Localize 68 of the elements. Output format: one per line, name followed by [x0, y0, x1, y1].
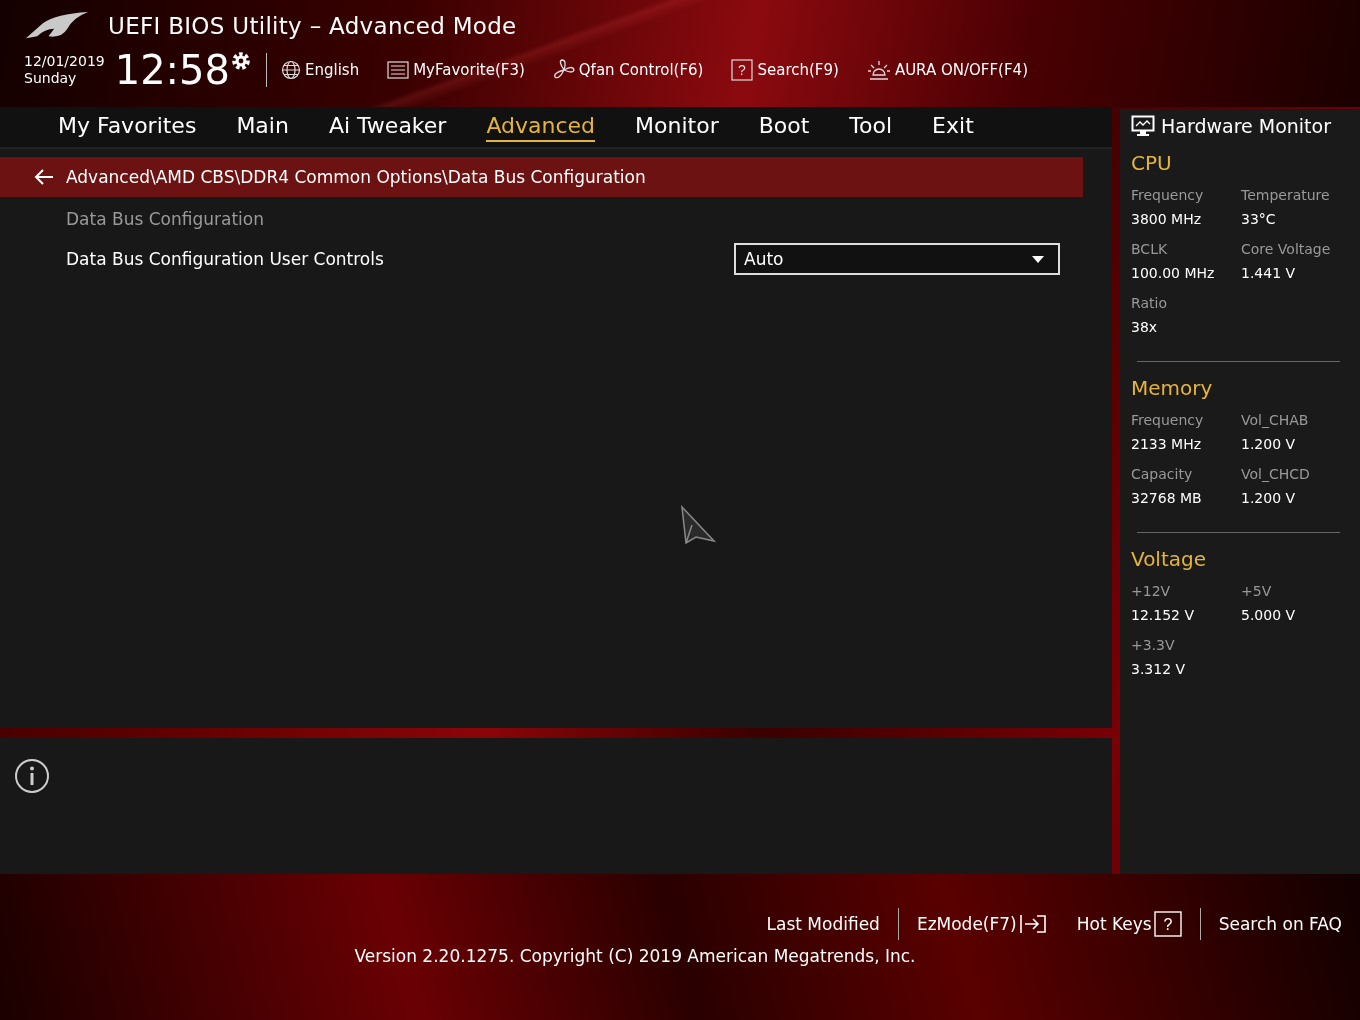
- group-heading: Memory: [1131, 376, 1214, 400]
- menu-tab[interactable]: Exit: [932, 112, 974, 142]
- toolbar-button[interactable]: MyFavorite(F3): [387, 61, 525, 79]
- list-icon: [387, 61, 410, 79]
- sensor-value: 1.200 V: [1241, 490, 1297, 506]
- sensor-label: Vol_CHAB: [1241, 412, 1310, 428]
- sensor-value: 3.312 V: [1131, 661, 1187, 677]
- sensor-label: Frequency: [1131, 412, 1205, 428]
- back-arrow-icon: [34, 169, 54, 185]
- sensor-label: BCLK: [1131, 241, 1169, 257]
- date-text: 12/01/2019: [24, 53, 105, 70]
- help-icon: ?: [1153, 911, 1182, 937]
- monitor-icon: [1131, 115, 1155, 137]
- sensor-label: +5V: [1241, 583, 1273, 599]
- lamp-icon: [866, 59, 891, 81]
- sensor-value: 38x: [1131, 319, 1159, 335]
- sensor-value: 2133 MHz: [1131, 436, 1203, 452]
- sensor-label: Capacity: [1131, 466, 1194, 482]
- sensor-label: Frequency: [1131, 187, 1205, 203]
- fan-icon: [552, 59, 575, 81]
- breadcrumb-path: Advanced\AMD CBS\DDR4 Common Options\Data Bus Configuration: [66, 167, 646, 187]
- sensor-label: Vol_CHCD: [1241, 466, 1311, 482]
- menu-tab[interactable]: Monitor: [635, 112, 719, 142]
- globe-icon: [281, 60, 301, 80]
- day-text: Sunday: [24, 70, 78, 87]
- sensor-value: 1.441 V: [1241, 265, 1297, 281]
- setting-label: Data Bus Configuration User Controls: [66, 249, 384, 269]
- sensor-value: 5.000 V: [1241, 607, 1297, 623]
- window-title: UEFI BIOS Utility – Advanced Mode: [108, 13, 517, 39]
- menu-tab[interactable]: Advanced: [486, 112, 596, 142]
- group-heading: Voltage: [1131, 547, 1208, 571]
- mouse-pointer-icon: [680, 505, 716, 545]
- section-heading: Data Bus Configuration: [65, 208, 265, 229]
- breadcrumb-bar[interactable]: Advanced\AMD CBS\DDR4 Common Options\Data Bus Configuration: [0, 157, 1083, 197]
- exit-icon: [1018, 913, 1047, 935]
- sensor-label: +3.3V: [1131, 637, 1176, 653]
- sensor-label: +12V: [1131, 583, 1172, 599]
- panel-title: Hardware Monitor: [1161, 115, 1331, 137]
- sensor-label: Temperature: [1241, 187, 1331, 203]
- version-text: Version 2.20.1275. Copyright (C) 2019 American Megatrends, Inc.: [354, 946, 916, 966]
- sensor-value: 1.200 V: [1241, 436, 1297, 452]
- footer-button[interactable]: Hot Keys ?: [1076, 911, 1182, 937]
- menu-tab[interactable]: Boot: [758, 112, 810, 142]
- info-icon: [14, 758, 50, 794]
- sensor-value: 100.00 MHz: [1131, 265, 1216, 281]
- footer-button[interactable]: Last Modified: [766, 914, 880, 934]
- sensor-value: 3800 MHz: [1131, 211, 1203, 227]
- footer-button[interactable]: Search on FAQ: [1218, 914, 1342, 934]
- sensor-value: 33°C: [1241, 211, 1277, 227]
- menu-tab[interactable]: Main: [236, 112, 289, 142]
- sensor-label: Ratio: [1131, 295, 1168, 311]
- clock-time: 12:58: [114, 48, 230, 92]
- menu-tab[interactable]: Tool: [849, 112, 893, 142]
- menu-tab[interactable]: My Favorites: [58, 112, 197, 142]
- toolbar-button[interactable]: English: [281, 60, 360, 80]
- group-heading: CPU: [1131, 151, 1173, 175]
- sensor-value: 12.152 V: [1131, 607, 1195, 623]
- help-icon: ?: [731, 59, 754, 81]
- dropdown[interactable]: Auto: [734, 243, 1060, 275]
- toolbar-button[interactable]: Qfan Control(F6): [552, 59, 704, 81]
- sensor-value: 32768 MB: [1131, 490, 1203, 506]
- footer-button[interactable]: EzMode(F7): [916, 913, 1047, 935]
- toolbar-button[interactable]: AURA ON/OFF(F4): [866, 59, 1028, 81]
- menu-tab[interactable]: Ai Tweaker: [328, 112, 447, 142]
- caret-icon: [1032, 255, 1044, 263]
- sensor-label: Core Voltage: [1241, 241, 1332, 257]
- settings-icon[interactable]: [230, 50, 252, 72]
- toolbar-button[interactable]: ? Search(F9): [731, 59, 839, 81]
